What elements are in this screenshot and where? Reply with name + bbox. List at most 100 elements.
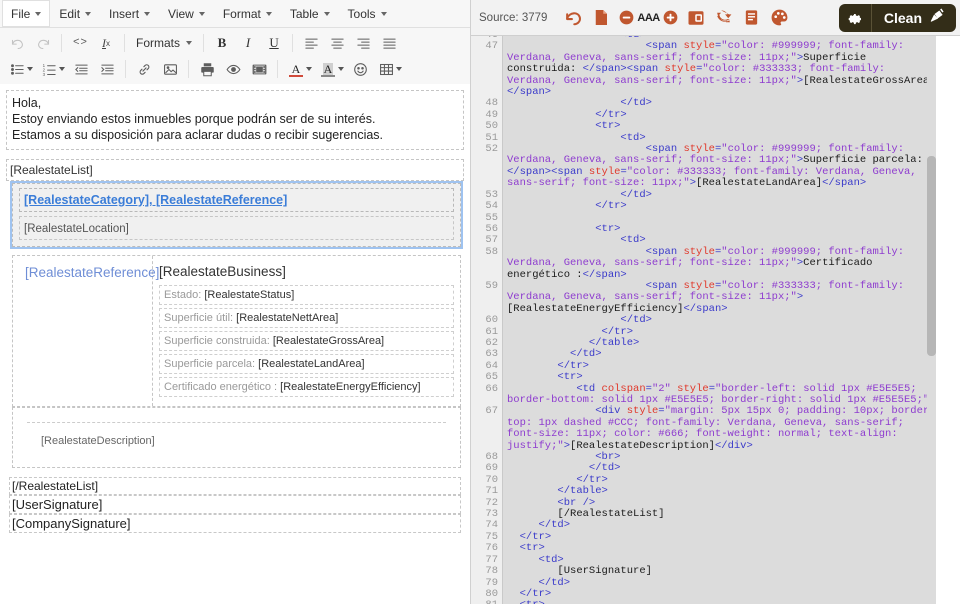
clean-button[interactable]: Clean [838, 3, 956, 32]
business-token: [RealestateBusiness] [159, 264, 286, 279]
table-icon[interactable] [373, 57, 399, 81]
user-signature-token[interactable]: [UserSignature] [9, 495, 461, 514]
field-value: [RealestateStatus] [204, 289, 295, 301]
link-icon[interactable] [131, 57, 157, 81]
menu-label: Table [289, 6, 319, 21]
property-field-row[interactable]: Superficie útil: [RealestateNettArea] [159, 308, 454, 328]
align-left-icon[interactable] [298, 31, 324, 55]
menu-insert[interactable]: Insert [100, 0, 159, 27]
field-value: [RealestateGrossArea] [272, 335, 385, 347]
card-location-row[interactable]: [RealestateLocation] [19, 216, 454, 240]
menu-edit[interactable]: Edit [50, 0, 100, 27]
code-lines[interactable]: 46 <td>47 <span style="color: #999999; f… [471, 36, 960, 604]
list-close-token[interactable]: [/RealestateList] [9, 477, 461, 495]
property-card-header[interactable]: [RealestateCategory], [RealestateReferen… [10, 181, 463, 249]
code-line[interactable]: 47 <span style="color: #999999; font-fam… [471, 41, 960, 98]
menu-tools[interactable]: Tools [339, 0, 396, 27]
company-signature-token[interactable]: [CompanySignature] [9, 514, 461, 533]
refresh-icon[interactable] [710, 4, 738, 32]
greeting-line: Hola, [12, 96, 42, 110]
toolbar-separator [277, 60, 278, 78]
list-open-token[interactable]: [RealestateList] [6, 159, 464, 181]
clear-formatting-icon[interactable]: Ix [93, 31, 119, 55]
intro-line-3: Estamos a su disposición para aclarar du… [12, 128, 384, 142]
code-line[interactable]: 54 </tr> [471, 200, 960, 212]
line-number: 78 [485, 565, 498, 578]
zoom-out-icon[interactable] [617, 4, 635, 32]
chevron-down-icon [198, 11, 205, 16]
code-line[interactable]: 66 <td colspan="2" style="border-left: s… [471, 382, 960, 407]
clipboard-icon[interactable] [738, 4, 766, 32]
code-text: <span style="color: #999999; font-family… [507, 143, 930, 190]
zoom-in-icon[interactable] [662, 4, 680, 32]
preview-icon[interactable] [220, 57, 246, 81]
menu-table[interactable]: Table [281, 0, 339, 27]
card-title-row[interactable]: [RealestateCategory], [RealestateReferen… [19, 188, 454, 212]
line-number: 66 [485, 382, 498, 395]
source-code-icon[interactable]: < > [67, 31, 93, 55]
code-text: </td> [538, 576, 571, 589]
company-signature-label: [CompanySignature] [12, 516, 131, 531]
line-number: 58 [485, 245, 498, 258]
code-scrollbar-thumb[interactable] [927, 156, 936, 356]
editor-document[interactable]: Hola, Estoy enviando estos inmuebles por… [0, 84, 470, 604]
card-title-link[interactable]: [RealestateCategory], [RealestateReferen… [24, 193, 287, 207]
indent-icon[interactable] [94, 57, 120, 81]
code-text: <span style="color: #999999; font-family… [507, 40, 936, 99]
align-center-icon[interactable] [324, 31, 350, 55]
line-number: 81 [471, 599, 502, 604]
gear-icon[interactable] [839, 3, 872, 32]
source-toolbar: Source: 3779 AAA Clean [471, 0, 960, 36]
chevron-down-icon [85, 11, 92, 16]
property-field-row[interactable]: Superficie parcela: [RealestateLandArea] [159, 354, 454, 374]
property-field-row[interactable]: Superficie construida: [RealestateGrossA… [159, 331, 454, 351]
code-viewer[interactable]: 46 <td>47 <span style="color: #999999; f… [471, 36, 960, 604]
toolbar-separator [292, 34, 294, 52]
menu-label: Insert [109, 6, 140, 21]
underline-icon[interactable]: U [261, 31, 287, 55]
clean-action[interactable]: Clean [872, 4, 956, 32]
italic-icon[interactable]: I [235, 31, 261, 55]
reference-cell[interactable]: [RealestateReference] [13, 256, 159, 406]
property-field-row[interactable]: Estado: [RealestateStatus] [159, 285, 454, 305]
palette-icon[interactable] [766, 4, 794, 32]
menu-label: Format [222, 6, 261, 21]
code-line[interactable]: 52 <span style="color: #999999; font-fam… [471, 143, 960, 190]
background-color-icon[interactable]: A [315, 57, 341, 81]
media-icon[interactable] [246, 57, 272, 81]
outdent-icon[interactable] [68, 57, 94, 81]
align-justify-icon[interactable] [376, 31, 402, 55]
editor-menubar: File Edit Insert View Format Table Tools [0, 0, 470, 28]
code-line[interactable]: 58 <span style="color: #999999; font-fam… [471, 245, 960, 281]
business-cell[interactable]: [RealestateBusiness] Estado: [Realestate… [153, 256, 460, 406]
undo-icon[interactable] [559, 4, 587, 32]
line-number: 60 [485, 314, 498, 327]
code-line[interactable]: 81 <tr> [471, 599, 960, 604]
reference-token: [RealestateReference] [25, 265, 160, 280]
text-color-icon[interactable]: A [283, 57, 309, 81]
bullet-list-icon[interactable] [4, 57, 30, 81]
emoticon-icon[interactable] [347, 57, 373, 81]
menu-file[interactable]: File [2, 0, 51, 27]
formats-label: Formats [136, 36, 181, 50]
image-icon[interactable] [157, 57, 183, 81]
formats-dropdown[interactable]: Formats [130, 31, 198, 55]
menu-format[interactable]: Format [214, 0, 281, 27]
field-label: Superficie construida: [164, 335, 273, 347]
property-field-row[interactable]: Certificado energético : [RealestateEner… [159, 377, 454, 397]
description-block[interactable]: [RealestateDescription] [12, 407, 461, 468]
intro-block[interactable]: Hola, Estoy enviando estos inmuebles por… [6, 90, 464, 150]
menu-view[interactable]: View [159, 0, 214, 27]
numbered-list-icon[interactable]: 123 [36, 57, 62, 81]
bold-icon[interactable]: B [209, 31, 235, 55]
property-detail-table[interactable]: [RealestateReference] [RealestateBusines… [12, 255, 461, 407]
align-right-icon[interactable] [350, 31, 376, 55]
code-line[interactable]: 59 <span style="color: #333333; font-fam… [471, 280, 960, 315]
word-wrap-icon[interactable] [682, 4, 710, 32]
document-icon[interactable] [587, 4, 615, 32]
toolbar-row-1: < > Ix Formats B I U [4, 30, 466, 56]
print-icon[interactable] [194, 57, 220, 81]
code-line[interactable]: 67 <div style="margin: 5px 15px 0; paddi… [471, 406, 960, 452]
field-value: [RealestateNettArea] [236, 312, 339, 324]
code-text: <td colspan="2" style="border-left: soli… [507, 382, 935, 406]
